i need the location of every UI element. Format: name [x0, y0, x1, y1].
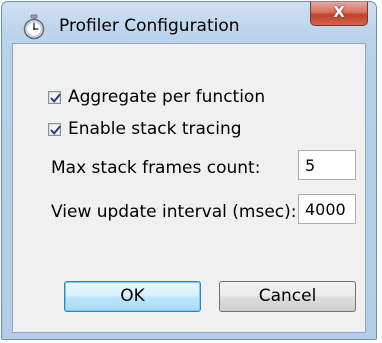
checkmark-icon: [50, 125, 61, 134]
cancel-button[interactable]: Cancel: [219, 281, 356, 312]
close-button[interactable]: X: [310, 2, 368, 26]
window-title: Profiler Configuration: [59, 16, 240, 36]
view-update-interval-label: View update interval (msec):: [51, 202, 297, 222]
view-update-interval-input[interactable]: [298, 194, 356, 224]
enable-stack-tracing-label[interactable]: Enable stack tracing: [68, 119, 242, 139]
ok-button[interactable]: OK: [64, 281, 201, 312]
enable-stack-tracing-option[interactable]: Enable stack tracing: [48, 117, 242, 141]
enable-stack-tracing-checkbox[interactable]: [48, 122, 61, 136]
aggregate-per-function-checkbox[interactable]: [48, 90, 61, 104]
aggregate-per-function-label[interactable]: Aggregate per function: [68, 87, 265, 107]
dialog-window: Profiler Configuration X Aggregate per f…: [1, 1, 377, 340]
title-bar[interactable]: Profiler Configuration X: [2, 2, 376, 42]
aggregate-per-function-option[interactable]: Aggregate per function: [48, 85, 265, 109]
stopwatch-icon: [21, 14, 47, 40]
close-icon: X: [333, 3, 345, 21]
max-stack-frames-label: Max stack frames count:: [51, 158, 261, 178]
dialog-body: Aggregate per function Enable stack trac…: [12, 43, 366, 333]
checkmark-icon: [50, 93, 61, 102]
max-stack-frames-input[interactable]: [298, 150, 356, 180]
